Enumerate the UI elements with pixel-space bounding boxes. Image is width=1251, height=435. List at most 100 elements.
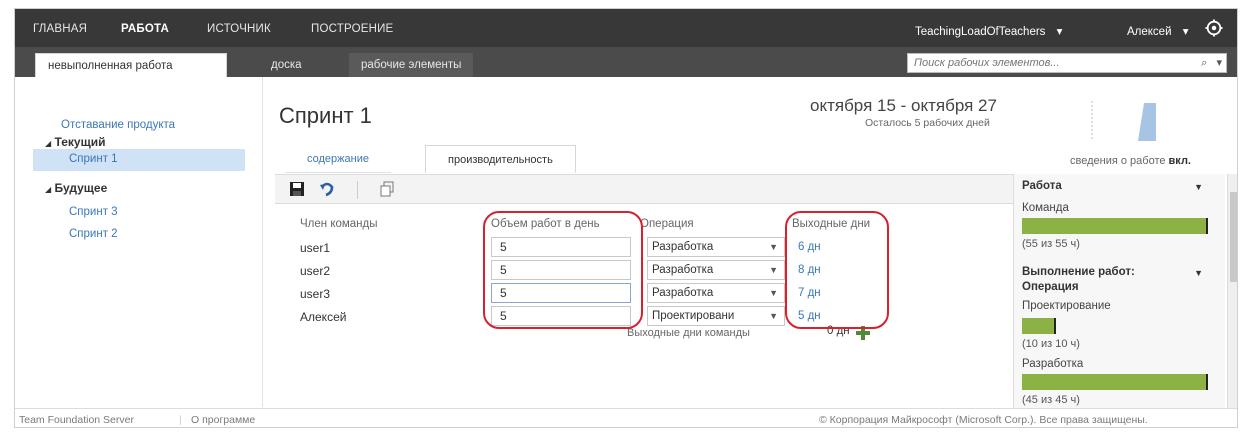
member-name: user1 — [300, 241, 331, 255]
work-details-toggle[interactable]: сведения о работе вкл. — [1070, 155, 1191, 167]
sidebar-item-sprint-1[interactable]: Спринт 1 — [69, 153, 118, 165]
sidebar-group-label: Будущее — [54, 181, 108, 195]
project-name: TeachingLoadOfTeachers — [915, 26, 1046, 38]
search-input[interactable] — [908, 54, 1168, 72]
member-name: Алексей — [300, 310, 347, 324]
chevron-down-icon[interactable]: ▼ — [769, 284, 778, 302]
activity-select[interactable]: Разработка ▼ — [647, 260, 785, 280]
sidebar-item-product-backlog[interactable]: Отставание продукта — [61, 119, 175, 131]
footer-about-link[interactable]: О программе — [191, 414, 255, 426]
tab-work-items[interactable]: рабочие элементы — [349, 53, 474, 77]
chevron-down-icon: ▾ — [1182, 26, 1189, 38]
copy-icon[interactable] — [379, 181, 395, 197]
nav-build[interactable]: ПОСТРОЕНИЕ — [311, 23, 393, 35]
tab-capacity[interactable]: производительность — [425, 145, 576, 173]
chevron-down-icon[interactable]: ▼ — [1194, 182, 1203, 192]
page-title: Спринт 1 — [279, 103, 372, 128]
design-capacity-fill — [1022, 318, 1056, 334]
dev-label: Разработка — [1022, 358, 1084, 370]
work-details-panel: Работа ▼ Команда (55 из 55 ч) Выполнение… — [1013, 174, 1225, 408]
team-capacity-bar — [1022, 218, 1208, 234]
search-icon[interactable]: ⌕ — [1201, 57, 1207, 69]
team-summary: (55 из 55 ч) — [1022, 238, 1080, 250]
sidebar-group-current[interactable]: ◢ Текущий — [45, 135, 105, 149]
days-off-link[interactable]: 7 дн — [798, 287, 821, 299]
activity-select[interactable]: Проектировани ▼ — [647, 306, 785, 326]
chevron-down-icon: ▾ — [1056, 26, 1063, 38]
header-member: Член команды — [300, 218, 378, 230]
search-box[interactable]: ⌕ ▾ — [907, 53, 1227, 73]
panel-scrollbar[interactable] — [1227, 174, 1237, 408]
work-details-state[interactable]: вкл. — [1169, 155, 1191, 167]
team-days-off-label: Выходные дни команды — [627, 327, 750, 339]
days-remaining: Осталось 5 рабочих дней — [865, 117, 990, 129]
design-summary: (10 из 10 ч) — [1022, 338, 1080, 350]
activity-value: Проектировани — [652, 310, 735, 322]
capacity-per-day-input[interactable]: 5 — [491, 237, 631, 257]
chevron-down-icon[interactable]: ▼ — [1194, 268, 1203, 278]
activity-panel-subtitle: Операция — [1022, 281, 1079, 293]
tab-board[interactable]: доска — [259, 53, 314, 77]
header-activity: Операция — [640, 218, 694, 230]
nav-source[interactable]: ИСТОЧНИК — [207, 23, 271, 35]
user-name: Алексей — [1127, 26, 1172, 38]
undo-icon[interactable] — [319, 181, 335, 197]
capacity-per-day-input[interactable]: 5 — [491, 260, 631, 280]
plus-icon[interactable] — [855, 325, 871, 341]
nav-work[interactable]: РАБОТА — [121, 23, 169, 35]
scrollbar-thumb[interactable] — [1230, 192, 1237, 282]
sidebar-group-future[interactable]: ◢ Будущее — [45, 181, 107, 195]
sidebar-item-sprint-2[interactable]: Спринт 2 — [69, 228, 118, 240]
days-off-link[interactable]: 8 дн — [798, 264, 821, 276]
sidebar-item-sprint-3[interactable]: Спринт 3 — [69, 206, 118, 218]
footer: Team Foundation Server | О программе © К… — [15, 408, 1237, 427]
dev-capacity-bar — [1022, 374, 1208, 390]
collapse-triangle-icon: ◢ — [45, 185, 52, 194]
header-days-off: Выходные дни — [792, 218, 871, 230]
burndown-mini-chart[interactable] — [1090, 99, 1170, 143]
activity-panel-title: Выполнение работ: — [1022, 266, 1135, 278]
member-name: user3 — [300, 287, 331, 301]
top-nav: ГЛАВНАЯ РАБОТА ИСТОЧНИК ПОСТРОЕНИЕ Teach… — [15, 9, 1237, 47]
toolbar-divider — [357, 181, 358, 199]
search-controls[interactable]: ⌕ ▾ — [1201, 56, 1222, 70]
chevron-down-icon[interactable]: ▾ — [1216, 57, 1222, 69]
chevron-down-icon[interactable]: ▼ — [769, 238, 778, 256]
gear-icon[interactable] — [1205, 19, 1223, 37]
tab-contents[interactable]: содержание — [285, 145, 391, 173]
sprint-dates: октября 15 - октября 27 — [810, 96, 997, 115]
save-icon[interactable] — [289, 181, 305, 197]
chevron-down-icon[interactable]: ▼ — [769, 261, 778, 279]
activity-value: Разработка — [652, 264, 714, 276]
capacity-per-day-input[interactable]: 5 — [491, 306, 631, 326]
activity-select[interactable]: Разработка ▼ — [647, 283, 785, 303]
nav-home[interactable]: ГЛАВНАЯ — [33, 23, 87, 35]
sidebar-group-label: Текущий — [54, 135, 106, 149]
footer-copyright: © Корпорация Майкрософт (Microsoft Corp.… — [819, 414, 1148, 426]
toolbar — [275, 174, 1013, 204]
header-per-day: Объем работ в день — [491, 218, 600, 230]
member-name: user2 — [300, 264, 331, 278]
footer-product: Team Foundation Server — [19, 414, 134, 426]
design-label: Проектирование — [1022, 300, 1111, 312]
chevron-down-icon[interactable]: ▼ — [769, 307, 778, 325]
tab-backlog[interactable]: невыполненная работа — [35, 53, 227, 77]
dev-summary: (45 из 45 ч) — [1022, 394, 1080, 406]
design-capacity-bar — [1022, 318, 1056, 334]
user-menu[interactable]: Алексей ▾ — [1127, 24, 1189, 38]
dev-capacity-fill — [1022, 374, 1208, 390]
project-switcher[interactable]: TeachingLoadOfTeachers ▾ — [915, 24, 1062, 38]
activity-value: Разработка — [652, 241, 714, 253]
team-label: Команда — [1022, 202, 1069, 214]
capacity-per-day-input[interactable]: 5 — [491, 283, 631, 303]
sidebar: Отставание продукта ◢ Текущий Спринт 1 ◢… — [15, 77, 263, 407]
team-days-off-value[interactable]: 0 дн — [827, 325, 850, 337]
work-panel-title: Работа — [1022, 180, 1062, 192]
team-capacity-fill — [1022, 218, 1208, 234]
days-off-link[interactable]: 6 дн — [798, 241, 821, 253]
days-off-link[interactable]: 5 дн — [798, 310, 821, 322]
activity-select[interactable]: Разработка ▼ — [647, 237, 785, 257]
activity-value: Разработка — [652, 287, 714, 299]
collapse-triangle-icon: ◢ — [45, 139, 52, 148]
sub-nav: невыполненная работа доска рабочие элеме… — [15, 47, 1237, 77]
